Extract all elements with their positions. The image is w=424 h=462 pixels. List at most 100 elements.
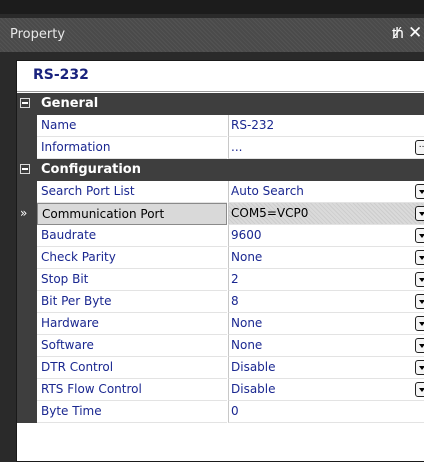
close-icon[interactable]: ✕ (408, 23, 422, 43)
property-name-cell[interactable]: Stop Bit (37, 269, 227, 291)
row-margin (17, 401, 37, 423)
property-row-hardware[interactable]: Hardware None (17, 313, 424, 335)
category-configuration[interactable]: Configuration (17, 159, 424, 181)
panel-title-bar: Property ᵺ ✕ (0, 18, 424, 52)
top-strip (0, 0, 424, 14)
double-chevron-right-icon: » (20, 206, 28, 220)
category-general[interactable]: General (17, 93, 424, 115)
property-row-stop-bit[interactable]: Stop Bit 2 (17, 269, 424, 291)
property-value: 9600 (231, 228, 262, 242)
property-value-cell[interactable]: None (228, 247, 424, 269)
property-value-cell[interactable]: 8 (228, 291, 424, 313)
property-value: RS-232 (231, 118, 275, 132)
dropdown-button[interactable] (415, 206, 424, 221)
property-value: 8 (231, 294, 239, 308)
property-value-cell[interactable]: 0 (228, 401, 424, 423)
property-row-baudrate[interactable]: Baudrate 9600 (17, 225, 424, 247)
row-margin (17, 115, 37, 137)
property-value-cell[interactable]: None (228, 335, 424, 357)
property-value: 0 (231, 404, 239, 418)
row-margin (17, 335, 37, 357)
property-name-cell[interactable]: Communication Port (37, 203, 227, 225)
property-value-cell[interactable]: COM5=VCP0 (228, 203, 424, 225)
property-name-cell[interactable]: Search Port List (37, 181, 227, 203)
row-margin (17, 269, 37, 291)
property-value-cell[interactable]: 9600 (228, 225, 424, 247)
property-row-information[interactable]: Information ... ... (17, 137, 424, 159)
property-name: Baudrate (41, 228, 97, 242)
collapse-icon[interactable] (20, 164, 30, 174)
property-name: Name (41, 118, 77, 132)
property-name-cell[interactable]: Name (37, 115, 227, 137)
property-name-cell[interactable]: Hardware (37, 313, 227, 335)
property-name: Communication Port (42, 207, 165, 221)
property-panel: RS-232 General Name RS-232 Information .… (16, 60, 424, 462)
dropdown-button[interactable] (415, 250, 424, 265)
pin-icon[interactable]: ᵺ (392, 24, 404, 42)
property-row-software[interactable]: Software None (17, 335, 424, 357)
property-value-cell[interactable]: RS-232 (228, 115, 424, 137)
property-name-cell[interactable]: Byte Time (37, 401, 227, 423)
dropdown-button[interactable] (415, 316, 424, 331)
property-row-bit-per-byte[interactable]: Bit Per Byte 8 (17, 291, 424, 313)
property-row-name[interactable]: Name RS-232 (17, 115, 424, 137)
property-name: RTS Flow Control (41, 382, 142, 396)
row-margin (17, 357, 37, 379)
property-name-cell[interactable]: Information (37, 137, 227, 159)
property-row-dtr-control[interactable]: DTR Control Disable (17, 357, 424, 379)
object-name: RS-232 (33, 67, 89, 83)
property-name-cell[interactable]: RTS Flow Control (37, 379, 227, 401)
property-name: Hardware (41, 316, 99, 330)
panel-title: Property (10, 27, 66, 42)
property-row-rts-flow-control[interactable]: RTS Flow Control Disable (17, 379, 424, 401)
dropdown-button[interactable] (415, 184, 424, 199)
property-value: 2 (231, 272, 239, 286)
property-value-cell[interactable]: None (228, 313, 424, 335)
property-value-cell[interactable]: Disable (228, 379, 424, 401)
property-row-check-parity[interactable]: Check Parity None (17, 247, 424, 269)
property-row-byte-time[interactable]: Byte Time 0 (17, 401, 424, 423)
property-value-cell[interactable]: 2 (228, 269, 424, 291)
property-name: Stop Bit (41, 272, 89, 286)
row-margin (17, 247, 37, 269)
dropdown-button[interactable] (415, 272, 424, 287)
property-value-cell[interactable]: ... ... (228, 137, 424, 159)
row-margin (17, 181, 37, 203)
row-margin (17, 379, 37, 401)
property-name: Search Port List (41, 184, 135, 198)
property-name-cell[interactable]: Bit Per Byte (37, 291, 227, 313)
property-value: None (231, 316, 263, 330)
object-selector[interactable]: RS-232 (17, 61, 424, 92)
dropdown-button[interactable] (415, 294, 424, 309)
property-name: DTR Control (41, 360, 114, 374)
property-value: None (231, 250, 263, 264)
property-value: Disable (231, 360, 276, 374)
category-label: General (41, 96, 99, 111)
property-value: Auto Search (231, 184, 304, 198)
dropdown-button[interactable] (415, 338, 424, 353)
property-row-search-port-list[interactable]: Search Port List Auto Search (17, 181, 424, 203)
property-value: COM5=VCP0 (231, 206, 309, 220)
row-margin (17, 291, 37, 313)
dropdown-button[interactable] (415, 382, 424, 397)
dropdown-button[interactable] (415, 360, 424, 375)
property-value: Disable (231, 382, 276, 396)
row-margin (17, 313, 37, 335)
row-margin: » (17, 203, 37, 225)
property-name: Information (41, 140, 111, 154)
property-name-cell[interactable]: Baudrate (37, 225, 227, 247)
property-name-cell[interactable]: Software (37, 335, 227, 357)
property-value-cell[interactable]: Auto Search (228, 181, 424, 203)
ellipsis-button[interactable]: ... (415, 140, 424, 155)
property-name-cell[interactable]: Check Parity (37, 247, 227, 269)
property-name: Software (41, 338, 94, 352)
property-name: Byte Time (41, 404, 102, 418)
row-margin (17, 137, 37, 159)
dropdown-button[interactable] (415, 228, 424, 243)
property-value-cell[interactable]: Disable (228, 357, 424, 379)
property-name-cell[interactable]: DTR Control (37, 357, 227, 379)
collapse-icon[interactable] (20, 98, 30, 108)
property-row-communication-port[interactable]: » Communication Port COM5=VCP0 (17, 203, 424, 225)
property-value: None (231, 338, 263, 352)
property-value: ... (231, 140, 243, 154)
